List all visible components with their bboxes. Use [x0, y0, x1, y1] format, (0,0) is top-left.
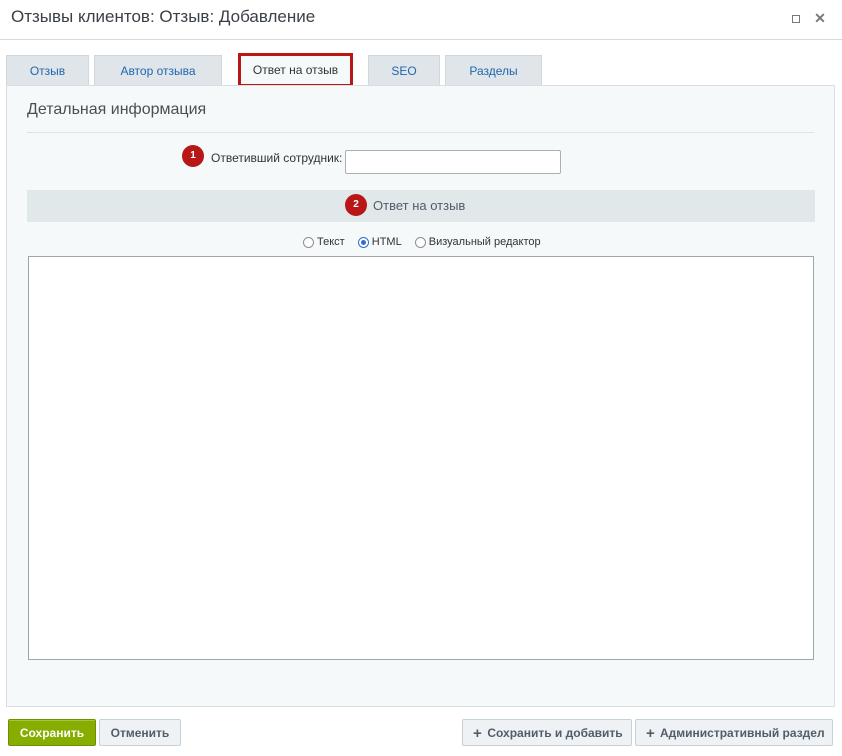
- step-badge-1: 1: [182, 145, 204, 167]
- radio-icon[interactable]: [414, 236, 426, 248]
- tab-review-author[interactable]: Автор отзыва: [94, 55, 222, 86]
- tab-review-reply[interactable]: Ответ на отзыв: [238, 53, 353, 87]
- radio-icon[interactable]: [303, 236, 314, 248]
- radio-checked-icon[interactable]: [357, 236, 369, 248]
- mode-visual-option[interactable]: Визуальный редактор: [414, 236, 541, 248]
- tab-content-panel: Детальная информация 1 Ответивший сотруд…: [6, 85, 835, 707]
- cancel-button[interactable]: Отменить: [99, 719, 181, 746]
- close-icon[interactable]: ✕: [812, 10, 828, 26]
- save-button[interactable]: Сохранить: [8, 719, 96, 746]
- mode-text-option[interactable]: Текст: [303, 236, 345, 248]
- tab-seo[interactable]: SEO: [368, 55, 440, 86]
- tab-sections[interactable]: Разделы: [445, 55, 542, 86]
- save-and-add-button[interactable]: + Сохранить и добавить: [462, 719, 632, 746]
- admin-section-button[interactable]: + Административный раздел: [635, 719, 833, 746]
- section-title: Детальная информация: [27, 101, 207, 118]
- section-divider: [27, 132, 814, 133]
- mode-html-option[interactable]: HTML: [357, 236, 402, 248]
- reply-text-editor[interactable]: [28, 256, 814, 660]
- save-and-add-label: Сохранить и добавить: [487, 726, 623, 740]
- reply-group-header: 2 Ответ на отзыв: [27, 190, 815, 222]
- admin-section-label: Административный раздел: [660, 726, 825, 740]
- title-bar: Отзывы клиентов: Отзыв: Добавление ✕: [0, 0, 842, 40]
- mode-html-label: HTML: [371, 236, 402, 248]
- tab-review[interactable]: Отзыв: [6, 55, 89, 86]
- responder-label: Ответивший сотрудник:: [211, 151, 343, 165]
- responder-input[interactable]: [345, 150, 561, 174]
- plus-icon: +: [646, 725, 655, 742]
- mode-text-label: Текст: [317, 236, 345, 248]
- mode-visual-label: Визуальный редактор: [428, 236, 541, 248]
- step-badge-2: 2: [345, 194, 367, 216]
- maximize-icon[interactable]: [788, 10, 804, 26]
- tab-bar: Отзыв Автор отзыва Ответ на отзыв SEO Ра…: [0, 53, 842, 87]
- editor-mode-selector: Текст HTML Визуальный редактор: [303, 236, 551, 252]
- review-add-dialog: Отзывы клиентов: Отзыв: Добавление ✕ Отз…: [0, 0, 842, 756]
- plus-icon: +: [473, 725, 482, 742]
- reply-group-label: Ответ на отзыв: [373, 198, 466, 213]
- window-title: Отзывы клиентов: Отзыв: Добавление: [11, 7, 316, 26]
